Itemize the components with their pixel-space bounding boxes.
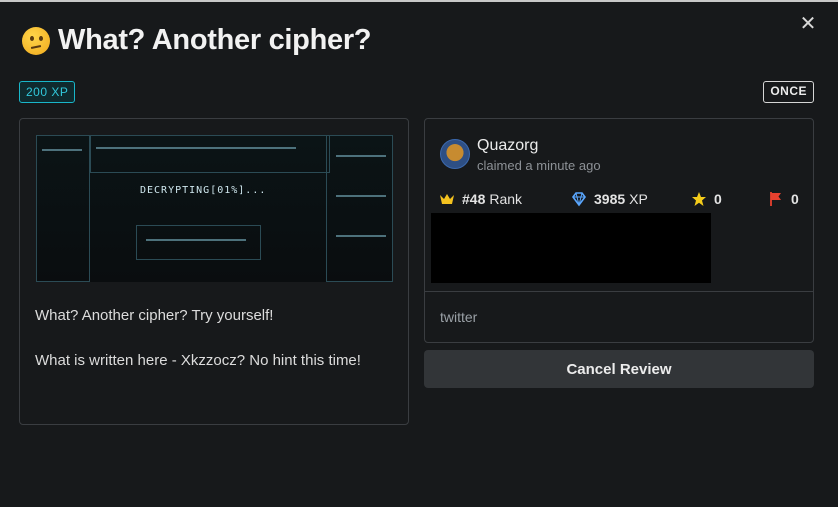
- user-stats: #48 Rank 3985 XP 0 0: [439, 191, 801, 211]
- xp-value: 3985: [594, 191, 626, 207]
- description-line: What? Another cipher? Try yourself!: [35, 307, 274, 324]
- xp-label: XP: [629, 191, 648, 207]
- hero-line: [336, 155, 386, 157]
- quest-image: DECRYPTING[01%]...: [36, 135, 393, 282]
- description-line: What is written here - Xkzzocz? No hint …: [35, 352, 361, 369]
- frequency-badge: ONCE: [763, 81, 814, 103]
- submission-type: twitter: [440, 309, 478, 325]
- cancel-review-button[interactable]: Cancel Review: [424, 350, 814, 388]
- title-row: What? Another cipher?: [22, 24, 372, 57]
- claim-card: Quazorg claimed a minute ago #48 Rank 39…: [424, 118, 814, 343]
- xp-stat: 3985 XP: [571, 191, 648, 207]
- hero-line: [336, 235, 386, 237]
- hero-line: [42, 149, 82, 151]
- flag-stat: 0: [768, 191, 803, 207]
- page-title: What? Another cipher?: [58, 24, 372, 56]
- star-stat: 0: [691, 191, 726, 207]
- rank-label: Rank: [489, 191, 523, 207]
- hero-panel: [326, 135, 393, 282]
- hero-line: [336, 195, 386, 197]
- quest-card: DECRYPTING[01%]... What? Another cipher?…: [19, 118, 409, 425]
- hero-panel: [90, 135, 330, 173]
- submission-preview[interactable]: [431, 213, 711, 283]
- claimed-time: claimed a minute ago: [477, 158, 601, 173]
- quest-description: What? Another cipher? Try yourself! What…: [35, 305, 395, 372]
- flag-icon: [770, 192, 781, 206]
- avatar[interactable]: [440, 139, 470, 169]
- hero-panel: [136, 225, 261, 260]
- flag-count: 0: [791, 191, 799, 207]
- star-icon: [692, 192, 706, 206]
- rank-stat: #48 Rank: [439, 191, 522, 207]
- username[interactable]: Quazorg: [477, 137, 538, 155]
- rank-value: #48: [462, 191, 486, 207]
- xp-badge: 200 XP: [19, 81, 76, 103]
- close-icon[interactable]: ✕: [798, 14, 818, 34]
- thinking-face-icon: [22, 26, 50, 55]
- divider: [425, 291, 813, 292]
- quest-review-modal: ✕ What? Another cipher? 200 XP ONCE DECR…: [0, 0, 838, 507]
- diamond-icon: [572, 192, 586, 207]
- hero-line: [146, 239, 246, 241]
- hero-line: [96, 147, 296, 149]
- crown-icon: [440, 194, 454, 204]
- hero-caption: DECRYPTING[01%]...: [140, 185, 267, 196]
- star-count: 0: [714, 191, 722, 207]
- hero-panel: [36, 135, 90, 282]
